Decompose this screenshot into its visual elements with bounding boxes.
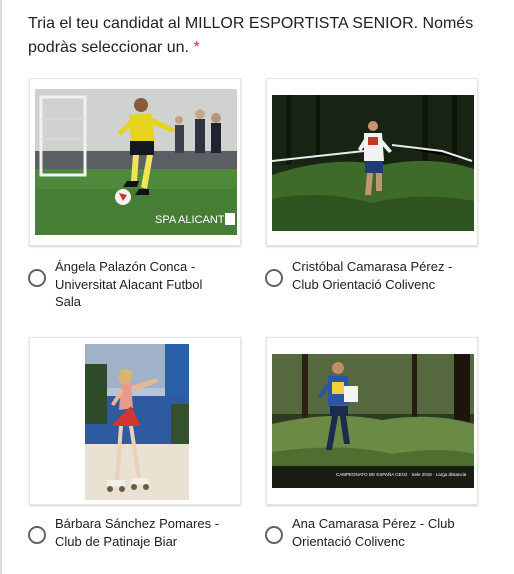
option-image-card-1[interactable]: SPA ALICANTE	[29, 78, 241, 246]
option-3[interactable]: Bárbara Sánchez Pomares - Club de Patina…	[28, 515, 227, 550]
photo-caption: CAMPEONATO DE ESPAÑA CEO2 · Sele 2018 · …	[336, 471, 467, 477]
option-label: Cristóbal Camarasa Pérez - Club Orientac…	[292, 259, 453, 292]
option-image-card-4[interactable]: CAMPEONATO DE ESPAÑA CEO2 · Sele 2018 · …	[266, 337, 478, 505]
option-image-card-3[interactable]	[29, 337, 241, 505]
radio-button[interactable]	[28, 526, 46, 544]
option-label: Bárbara Sánchez Pomares - Club de Patina…	[55, 516, 220, 549]
radio-button[interactable]	[28, 269, 46, 287]
candidate-photo-4: CAMPEONATO DE ESPAÑA CEO2 · Sele 2018 · …	[272, 354, 474, 488]
photo-watermark: SPA ALICANTE	[155, 214, 232, 226]
option-2[interactable]: Cristóbal Camarasa Pérez - Club Orientac…	[265, 258, 464, 293]
option-image-card-2[interactable]	[266, 78, 478, 246]
form-left-border	[0, 0, 2, 574]
required-asterisk: *	[193, 39, 200, 56]
candidate-photo-3	[85, 344, 189, 500]
radio-button[interactable]	[265, 269, 283, 287]
option-1[interactable]: Ángela Palazón Conca - Universitat Alaca…	[28, 258, 227, 311]
question-text: Tria el teu candidat al MILLOR ESPORTIST…	[28, 15, 474, 56]
candidate-photo-2	[272, 95, 474, 231]
option-label: Ángela Palazón Conca - Universitat Alaca…	[55, 259, 203, 309]
question-title: Tria el teu candidat al MILLOR ESPORTIST…	[28, 12, 498, 60]
option-label: Ana Camarasa Pérez - Club Orientació Col…	[292, 516, 455, 549]
option-4[interactable]: Ana Camarasa Pérez - Club Orientació Col…	[265, 515, 464, 550]
candidate-photo-1: SPA ALICANTE	[35, 89, 237, 235]
radio-button[interactable]	[265, 526, 283, 544]
